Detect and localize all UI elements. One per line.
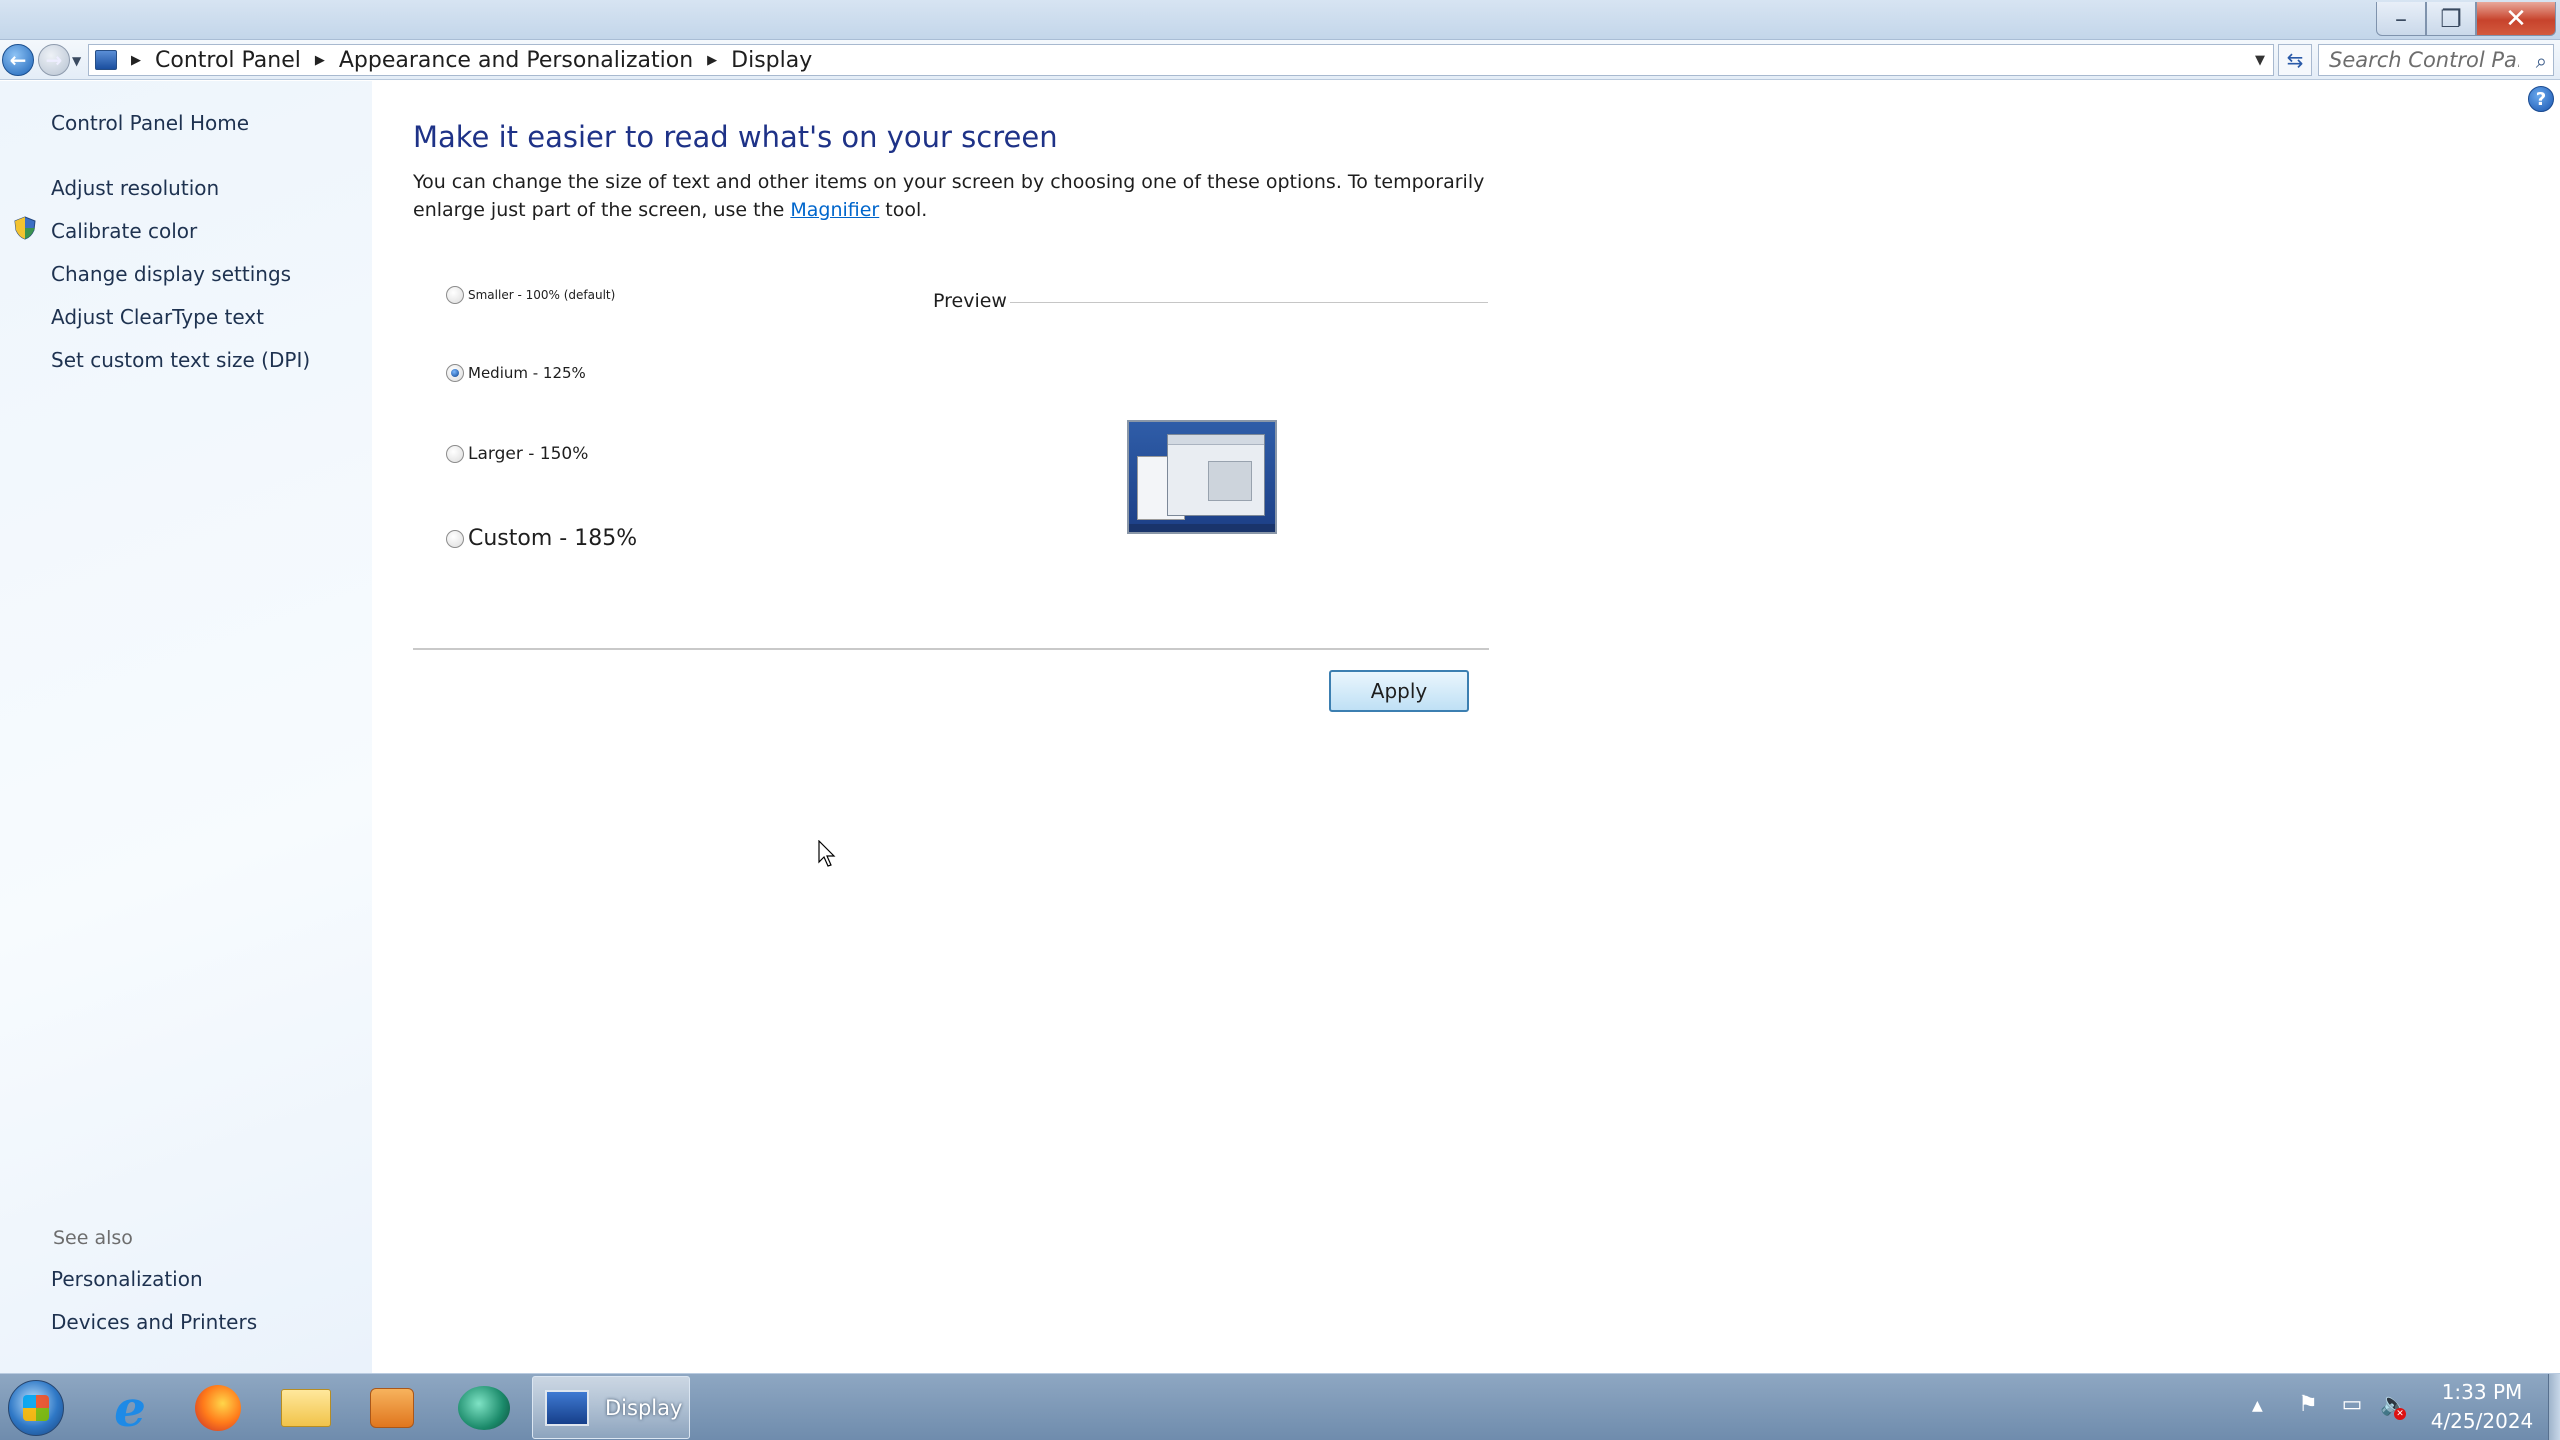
radio-medium[interactable] (446, 364, 464, 382)
show-desktop-button[interactable] (2548, 1374, 2560, 1440)
recent-pages-dropdown-icon[interactable]: ▼ (72, 54, 81, 68)
title-bar: – ❐ ✕ (0, 0, 2560, 40)
address-bar: ← → ▼ ▶ Control Panel ▶ Appearance and P… (0, 40, 2560, 80)
description-text: You can change the size of text and othe… (413, 171, 1485, 221)
option-custom-label[interactable]: Custom - 185% (468, 526, 637, 551)
preview-taskbar (1129, 524, 1275, 532)
display-icon (545, 1389, 589, 1426)
network-icon[interactable]: ▭ (2340, 1392, 2364, 1418)
see-also-heading: See also (53, 1227, 133, 1249)
minimize-button[interactable]: – (2376, 2, 2426, 36)
breadcrumb-separator-icon[interactable]: ▶ (707, 53, 717, 68)
close-button[interactable]: ✕ (2476, 2, 2556, 36)
start-button[interactable] (8, 1380, 64, 1436)
preview-label: Preview (933, 290, 1007, 312)
clock-date: 4/25/2024 (2430, 1409, 2534, 1433)
internet-explorer-icon[interactable]: e (94, 1378, 166, 1438)
breadcrumb-separator-icon[interactable]: ▶ (315, 53, 325, 68)
breadcrumb-control-panel[interactable]: Control Panel (155, 48, 301, 73)
media-player-icon[interactable] (356, 1378, 428, 1438)
sidebar-item-change-display-settings[interactable]: Change display settings (51, 262, 291, 286)
show-hidden-icons-icon[interactable]: ▲ (2252, 1398, 2263, 1414)
control-panel-icon (95, 50, 117, 70)
breadcrumb-display[interactable]: Display (731, 48, 812, 73)
action-center-flag-icon[interactable]: ⚑ (2296, 1392, 2320, 1418)
search-icon[interactable]: ⌕ (2536, 49, 2547, 73)
option-custom[interactable]: Custom - 185% (446, 526, 637, 551)
breadcrumb[interactable]: ▶ Control Panel ▶ Appearance and Persona… (88, 44, 2274, 76)
page-description: You can change the size of text and othe… (413, 168, 1493, 224)
sidebar-item-control-panel-home[interactable]: Control Panel Home (51, 111, 249, 135)
preview-window-front (1167, 434, 1265, 516)
apply-button[interactable]: Apply (1329, 670, 1469, 712)
volume-muted-icon[interactable]: 🔈 ✕ (2380, 1392, 2407, 1420)
chat-app-icon[interactable] (448, 1378, 520, 1438)
breadcrumb-appearance[interactable]: Appearance and Personalization (339, 48, 693, 73)
sidebar-item-calibrate-color[interactable]: Calibrate color (51, 219, 197, 243)
option-larger[interactable]: Larger - 150% (446, 444, 588, 464)
option-medium-label[interactable]: Medium - 125% (468, 364, 586, 382)
page-title: Make it easier to read what's on your sc… (413, 120, 1058, 154)
search-input[interactable] (2329, 48, 2519, 72)
sidebar-item-adjust-cleartype[interactable]: Adjust ClearType text (51, 305, 264, 329)
radio-larger[interactable] (446, 445, 464, 463)
preview-divider (1010, 302, 1488, 303)
back-button[interactable]: ← (2, 44, 34, 76)
option-smaller[interactable]: Smaller - 100% (default) (446, 286, 615, 304)
refresh-icon[interactable]: ⇆ (2278, 44, 2312, 76)
content-divider (413, 648, 1489, 650)
preview-image (1127, 420, 1277, 534)
sidebar-item-adjust-resolution[interactable]: Adjust resolution (51, 176, 219, 200)
description-text-end: tool. (879, 199, 928, 221)
forward-button[interactable]: → (38, 44, 70, 76)
sidebar-item-devices-printers[interactable]: Devices and Printers (51, 1310, 257, 1334)
preview-window-toolbar (1168, 435, 1264, 445)
taskbar-item-label: Display (605, 1395, 683, 1420)
preview-window-pane (1208, 461, 1252, 501)
taskbar-item-display[interactable]: Display (532, 1376, 690, 1439)
option-larger-label[interactable]: Larger - 150% (468, 444, 588, 464)
radio-smaller[interactable] (446, 286, 464, 304)
maximize-button[interactable]: ❐ (2426, 2, 2476, 36)
option-medium[interactable]: Medium - 125% (446, 364, 586, 382)
radio-custom[interactable] (446, 529, 464, 548)
sidebar-item-custom-dpi[interactable]: Set custom text size (DPI) (51, 348, 310, 372)
magnifier-link[interactable]: Magnifier (790, 199, 879, 221)
windows-logo-icon (23, 1395, 49, 1421)
sidebar-item-personalization[interactable]: Personalization (51, 1267, 203, 1291)
shield-icon (14, 216, 36, 240)
firefox-icon[interactable] (182, 1378, 254, 1438)
option-smaller-label[interactable]: Smaller - 100% (default) (468, 288, 615, 302)
sidebar: Control Panel Home Adjust resolution Cal… (0, 81, 372, 1373)
breadcrumb-separator-icon[interactable]: ▶ (131, 53, 141, 68)
file-explorer-icon[interactable] (270, 1378, 342, 1438)
clock[interactable]: 1:33 PM 4/25/2024 (2420, 1378, 2544, 1436)
taskbar: e Display ▲ ⚑ ▭ 🔈 ✕ 1:33 PM 4/25/2024 (0, 1373, 2560, 1440)
mouse-cursor-icon (818, 840, 836, 867)
clock-time: 1:33 PM (2441, 1380, 2523, 1404)
search-box[interactable]: ⌕ (2318, 44, 2554, 76)
help-icon[interactable]: ? (2528, 86, 2554, 112)
address-dropdown-icon[interactable]: ▼ (2255, 53, 2265, 68)
